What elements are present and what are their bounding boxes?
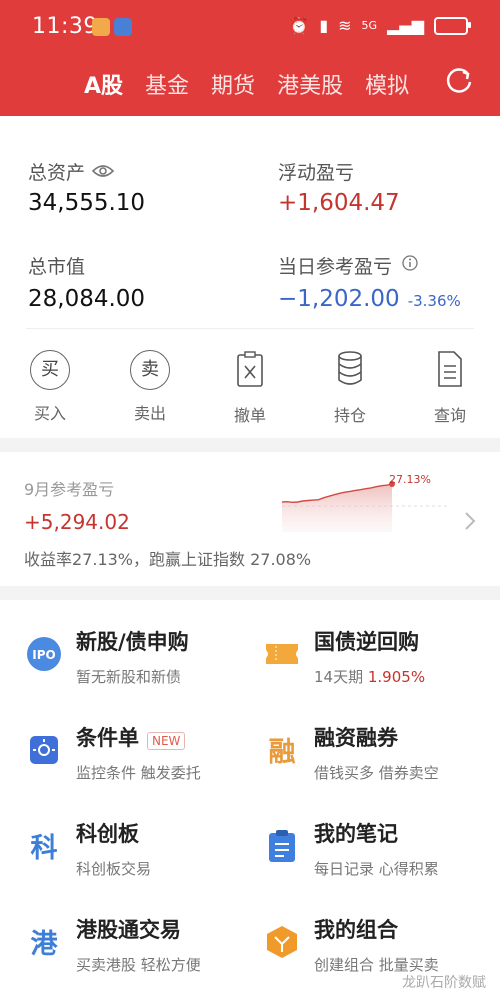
notes-title: 我的笔记 xyxy=(314,822,398,846)
buy-icon: 买 xyxy=(30,350,70,390)
ipo-icon-text: IPO xyxy=(32,648,55,662)
battery-icon xyxy=(434,16,471,35)
day-pl-percent: -3.36% xyxy=(407,292,461,310)
condition-title: 条件单 NEW xyxy=(76,722,186,752)
margin-sub: 借钱买多 借券卖空 xyxy=(314,764,439,782)
portfolio-icon xyxy=(267,926,297,958)
top-header: 11:39 ⏰ ▮ ≋ 5G ▂▄▆ A股 基金 期货 港美股 模拟 xyxy=(0,0,500,116)
alarm-icon: ⏰ xyxy=(289,16,310,35)
buy-label: 买入 xyxy=(33,404,66,423)
watermark: 龙趴石阶数赋 xyxy=(402,975,486,991)
profit-sparkline-chart: 27.13% xyxy=(282,473,450,532)
cancel-order-label: 撤单 xyxy=(233,406,266,425)
conditional-order-entry[interactable]: 条件单 NEW 监控条件 触发委托 xyxy=(26,722,246,792)
hk-connect-title: 港股通交易 xyxy=(76,918,181,942)
hk-connect-sub: 买卖港股 轻松方便 xyxy=(76,956,201,974)
holdings-button[interactable]: 持仓 xyxy=(310,350,390,426)
repo-term: 14天期 xyxy=(314,668,364,686)
floating-pl-label: 浮动盈亏 xyxy=(278,162,355,184)
cancel-order-button[interactable]: 撤单 xyxy=(210,350,290,426)
ipo-icon: IPO xyxy=(27,637,61,671)
profit-note: 收益率27.13%，跑赢上证指数 27.08% xyxy=(24,550,312,569)
repo-sub: 14天期 1.905% xyxy=(314,666,425,687)
query-button[interactable]: 查询 xyxy=(410,350,490,426)
star-market-entry[interactable]: 科 科创板 科创板交易 xyxy=(26,818,246,888)
info-icon[interactable] xyxy=(402,255,418,271)
my-notes-entry[interactable]: 我的笔记 每日记录 心得积累 xyxy=(264,818,484,888)
total-assets-value: 34,555.10 xyxy=(28,190,146,216)
star-market-icon: 科 xyxy=(31,833,58,864)
profit-value: +5,294.02 xyxy=(24,510,130,534)
new-badge: NEW xyxy=(147,732,186,750)
ipo-title: 新股/债申购 xyxy=(76,630,189,654)
query-icon xyxy=(438,351,462,387)
portfolio-title: 我的组合 xyxy=(314,918,398,942)
day-pl-label: 当日参考盈亏 xyxy=(278,256,393,278)
sell-label: 卖出 xyxy=(133,404,166,423)
chart-area xyxy=(282,484,392,532)
margin-title: 融资融券 xyxy=(314,726,398,750)
ipo-subscription-entry[interactable]: IPO 新股/债申购 暂无新股和新债 xyxy=(26,626,246,696)
vibrate-icon: ▮ xyxy=(319,16,329,35)
chart-callout-label: 27.13% xyxy=(389,473,431,486)
5g-icon: 5G xyxy=(361,19,378,32)
holdings-icon xyxy=(338,351,362,385)
cancel-order-icon xyxy=(237,351,263,387)
query-label: 查询 xyxy=(433,406,466,425)
status-icons: ⏰ ▮ ≋ 5G ▂▄▆ xyxy=(289,16,471,35)
sell-icon: 卖 xyxy=(130,350,170,390)
heart-app-icon xyxy=(92,18,110,36)
star-market-title: 科创板 xyxy=(76,822,139,846)
repo-title: 国债逆回购 xyxy=(314,630,419,654)
condition-sub: 监控条件 触发委托 xyxy=(76,764,201,782)
ipo-sub: 暂无新股和新债 xyxy=(76,668,182,686)
sell-button[interactable]: 卖 卖出 xyxy=(110,350,190,424)
signal-icon: ▂▄▆ xyxy=(387,16,424,35)
eye-icon[interactable] xyxy=(92,163,114,179)
tab-a-shares[interactable]: A股 xyxy=(84,68,123,100)
day-pl-amount: −1,202.00 xyxy=(278,286,400,312)
repo-rate: 1.905% xyxy=(367,668,426,686)
tab-simulated[interactable]: 模拟 xyxy=(365,68,409,100)
day-pl-value: −1,202.00 -3.36% xyxy=(278,286,461,312)
profit-label: 9月参考盈亏 xyxy=(24,480,115,499)
wifi-icon: ≋ xyxy=(338,16,352,35)
hk-connect-icon: 港 xyxy=(31,929,59,960)
hk-connect-entry[interactable]: 港 港股通交易 买卖港股 轻松方便 xyxy=(26,914,246,984)
margin-icon: 融 xyxy=(269,737,296,768)
ticket-icon xyxy=(266,644,298,664)
market-value-value: 28,084.00 xyxy=(28,286,146,312)
notes-sub: 每日记录 心得积累 xyxy=(314,860,439,878)
market-tabs: A股 基金 期货 港美股 模拟 xyxy=(84,68,409,100)
margin-trading-entry[interactable]: 融 融资融券 借钱买多 借券卖空 xyxy=(264,722,484,792)
condition-icon xyxy=(30,736,58,764)
condition-title-text: 条件单 xyxy=(76,726,139,750)
summary-divider xyxy=(26,328,474,329)
margin-icon-text: 融 xyxy=(269,737,296,768)
chevron-right-icon[interactable] xyxy=(464,511,476,531)
buy-button[interactable]: 买 买入 xyxy=(10,350,90,424)
total-assets-label: 总资产 xyxy=(28,162,86,184)
tab-funds[interactable]: 基金 xyxy=(145,68,189,100)
star-market-sub: 科创板交易 xyxy=(76,860,152,878)
star-market-icon-text: 科 xyxy=(31,833,58,864)
status-bar: 11:39 ⏰ ▮ ≋ 5G ▂▄▆ xyxy=(0,0,500,56)
notes-icon xyxy=(269,830,295,862)
treasury-repo-entry[interactable]: 国债逆回购 14天期 1.905% xyxy=(264,626,484,696)
hk-connect-icon-text: 港 xyxy=(31,929,59,960)
market-value-label: 总市值 xyxy=(28,256,86,278)
holdings-label: 持仓 xyxy=(333,406,366,425)
refresh-icon[interactable] xyxy=(444,66,474,96)
status-time: 11:39 xyxy=(32,14,98,39)
tab-futures[interactable]: 期货 xyxy=(211,68,255,100)
tab-hk-us[interactable]: 港美股 xyxy=(277,68,343,100)
floating-pl-value: +1,604.47 xyxy=(278,190,400,216)
app-notification-icon xyxy=(114,18,132,36)
